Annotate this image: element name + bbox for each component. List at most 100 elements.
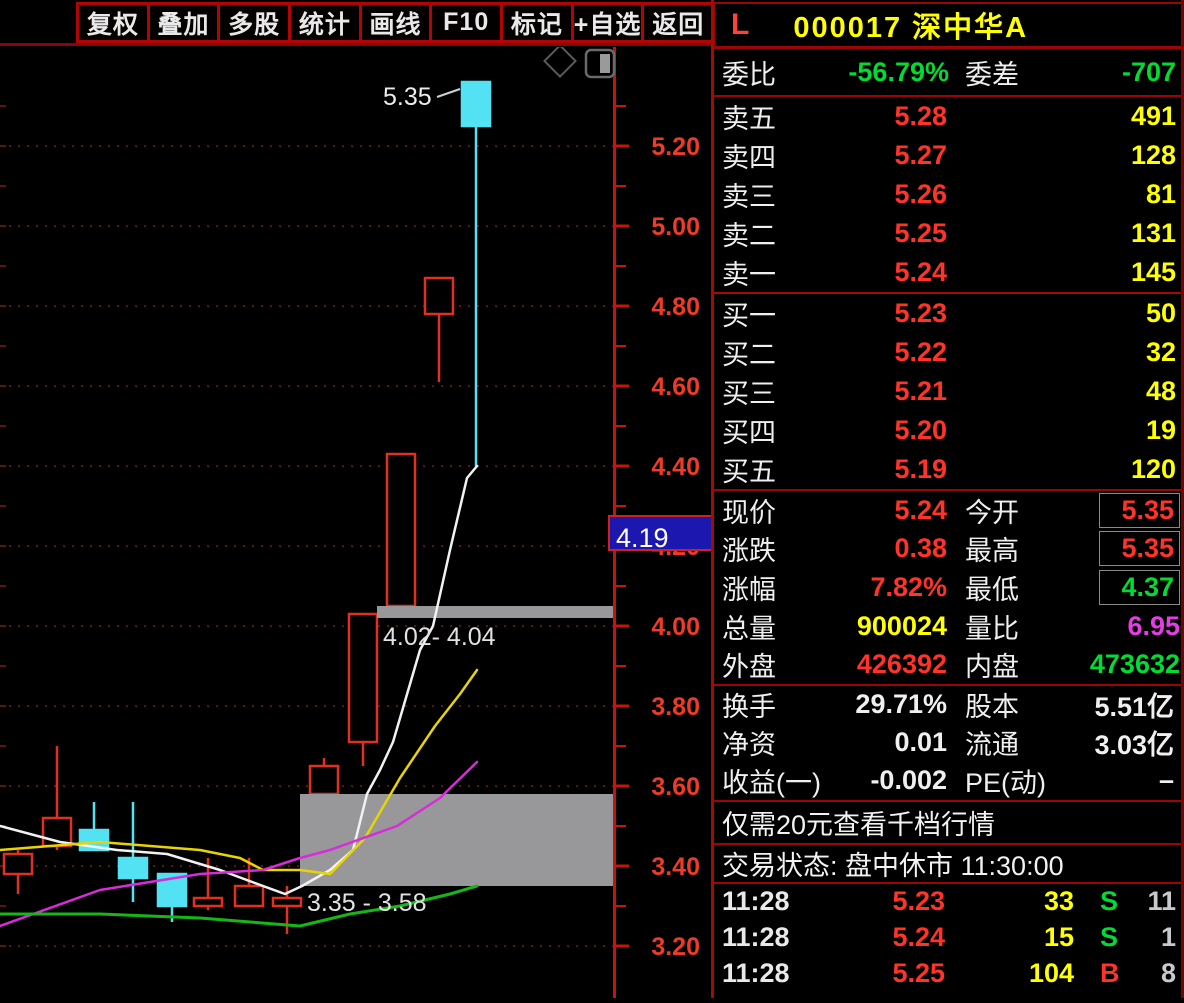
info-label-right: 股本 bbox=[965, 692, 1019, 723]
axis-label: 3.20 bbox=[651, 933, 700, 961]
quote-row: 总量 900024 量比 6.95 bbox=[714, 607, 1184, 646]
level-label: 卖四 bbox=[722, 143, 776, 173]
toolbar-button[interactable]: +自选 bbox=[573, 2, 645, 43]
level-volume: 19 bbox=[1145, 415, 1176, 445]
tick-row: 11:28 5.23 33 S 11 bbox=[714, 884, 1184, 920]
toolbar-button[interactable]: 返回 bbox=[644, 2, 716, 43]
level-label: 买二 bbox=[722, 340, 776, 370]
level-price: 5.25 bbox=[894, 218, 947, 248]
drawn-zone[interactable] bbox=[377, 606, 613, 618]
level-volume: 50 bbox=[1145, 298, 1176, 328]
order-book-row: 买五 5.19 120 bbox=[714, 450, 1184, 489]
toolbar-button[interactable]: 复权 bbox=[79, 2, 150, 43]
quote-label-left: 总量 bbox=[722, 613, 776, 644]
order-book-row: 卖四 5.27 128 bbox=[714, 136, 1184, 175]
weicha-value: -707 bbox=[1121, 56, 1176, 87]
tick-volume: 11 bbox=[1045, 994, 1074, 998]
bid-levels: 买一 5.23 50 买二 5.22 32 买三 5.21 48 买四 5.20… bbox=[714, 292, 1184, 489]
level-price: 5.26 bbox=[894, 179, 947, 209]
toolbar-button[interactable]: 画线 bbox=[361, 2, 433, 43]
tick-price: 5.24 bbox=[892, 922, 945, 953]
quote-value-left: 7.82% bbox=[870, 571, 947, 602]
tick-row: 11:28 5.25 104 B 8 bbox=[714, 956, 1184, 992]
toolbar-button-label: 画线 bbox=[369, 10, 422, 39]
panel-icon-fill bbox=[600, 54, 610, 73]
info-value-right: 5.51亿 bbox=[1094, 692, 1174, 723]
quote-value-right: 5.35 bbox=[1099, 531, 1180, 567]
quote-value-right: 6.95 bbox=[1127, 610, 1180, 641]
info-label-right: 流通 bbox=[965, 730, 1019, 761]
order-book-row: 卖三 5.26 81 bbox=[714, 175, 1184, 214]
quote-label-left: 涨跌 bbox=[722, 536, 776, 567]
toolbar-button-label: 返回 bbox=[652, 10, 705, 39]
quote-label-left: 现价 bbox=[722, 497, 776, 528]
quote-value-left: 426392 bbox=[856, 649, 947, 680]
quote-label-right: 内盘 bbox=[965, 652, 1019, 683]
toolbar-menu: 复权 叠加 多股 统计 画线 F10 标记 +自选 返回 bbox=[76, 2, 716, 43]
candle-body bbox=[308, 764, 340, 796]
axis-label: 3.80 bbox=[651, 693, 700, 721]
weicha-label: 委差 bbox=[965, 59, 1019, 90]
axis-label: 4.60 bbox=[651, 373, 700, 401]
toolbar-button[interactable]: 叠加 bbox=[149, 2, 221, 43]
drawn-zone[interactable] bbox=[300, 794, 613, 886]
status-flag: L bbox=[731, 8, 750, 41]
axis-label: 3.40 bbox=[651, 853, 700, 881]
stock-title-box: L 000017 深中华A bbox=[713, 2, 1184, 48]
quote-label-left: 涨幅 bbox=[722, 574, 776, 605]
quote-row: 涨幅 7.82% 最低 4.37 bbox=[714, 568, 1184, 607]
quote-label-right: 最低 bbox=[965, 574, 1019, 605]
order-book-row: 卖二 5.25 131 bbox=[714, 214, 1184, 253]
level-label: 卖五 bbox=[722, 104, 776, 134]
price-marker-label: 4.19 bbox=[616, 523, 669, 553]
info-row: 收益(一) -0.002 PE(动) – bbox=[714, 762, 1184, 800]
kline-chart[interactable]: 5.35 4.02- 4.04 3.35 - 3.58 5.20 5.00 4.80 4.6… bbox=[0, 44, 714, 998]
level-volume: 128 bbox=[1130, 140, 1176, 170]
zone2-annotation: 3.35 - 3.58 bbox=[307, 889, 427, 917]
level-volume: 145 bbox=[1130, 257, 1176, 287]
level-label: 买五 bbox=[722, 457, 776, 487]
quote-panel: 委比 -56.79% 委差 -707 卖五 5.28 491 卖四 5.27 1… bbox=[714, 47, 1184, 998]
zone1-annotation: 4.02- 4.04 bbox=[383, 623, 496, 651]
info-label-left: 净资 bbox=[722, 730, 776, 761]
annotation-pointer bbox=[436, 88, 461, 98]
toolbar-button-label: 叠加 bbox=[157, 10, 210, 39]
tick-price: 5.25 bbox=[892, 994, 945, 998]
level-price: 5.22 bbox=[894, 337, 947, 367]
candle-body bbox=[347, 612, 379, 744]
info-value-right: 3.03亿 bbox=[1094, 730, 1174, 761]
quote-value-left: 5.24 bbox=[894, 494, 947, 525]
order-book-row: 买三 5.21 48 bbox=[714, 372, 1184, 411]
quote-label-right: 最高 bbox=[965, 536, 1019, 567]
tick-time: 11:28 bbox=[722, 922, 790, 953]
tick-list[interactable]: 11:28 5.23 33 S 11 11:28 5.24 15 S 1 11:… bbox=[714, 881, 1184, 998]
info-label-right: PE(动) bbox=[965, 768, 1046, 799]
info-value-left: 29.71% bbox=[855, 689, 947, 720]
tick-row: 11:28 5.25 11 S bbox=[714, 992, 1184, 998]
toolbar-divider bbox=[0, 43, 713, 46]
axis-label: 4.80 bbox=[651, 293, 700, 321]
toolbar-button[interactable]: 标记 bbox=[503, 2, 574, 43]
quote-grid: 现价 5.24 今开 5.35 涨跌 0.38 最高 5.35 涨幅 7.82%… bbox=[714, 489, 1184, 684]
quote-value-right: 4.37 bbox=[1099, 569, 1180, 605]
candle-body bbox=[117, 856, 149, 880]
toolbar-button[interactable]: 多股 bbox=[220, 2, 292, 43]
candle-body bbox=[271, 896, 303, 908]
weibi-row: 委比 -56.79% 委差 -707 bbox=[714, 47, 1184, 95]
order-book-row: 买一 5.23 50 bbox=[714, 294, 1184, 333]
level-label: 买一 bbox=[722, 301, 776, 331]
toolbar-button-label: 复权 bbox=[86, 10, 139, 39]
level-volume: 81 bbox=[1145, 179, 1176, 209]
toolbar-button[interactable]: 统计 bbox=[291, 2, 362, 43]
tick-time: 11:28 bbox=[722, 886, 790, 917]
diamond-icon[interactable] bbox=[543, 44, 577, 78]
ask-levels: 卖五 5.28 491 卖四 5.27 128 卖三 5.26 81 卖二 5.… bbox=[714, 95, 1184, 292]
level-volume: 48 bbox=[1145, 376, 1176, 406]
candle-body bbox=[460, 80, 492, 128]
toolbar-button[interactable]: F10 bbox=[432, 2, 504, 43]
quote-value-left: 0.38 bbox=[894, 533, 947, 564]
quote-label-right: 量比 bbox=[965, 613, 1019, 644]
promo-banner[interactable]: 仅需20元查看千档行情 bbox=[714, 799, 1184, 843]
tick-side: S bbox=[1100, 994, 1118, 998]
quote-row: 现价 5.24 今开 5.35 bbox=[714, 491, 1184, 530]
